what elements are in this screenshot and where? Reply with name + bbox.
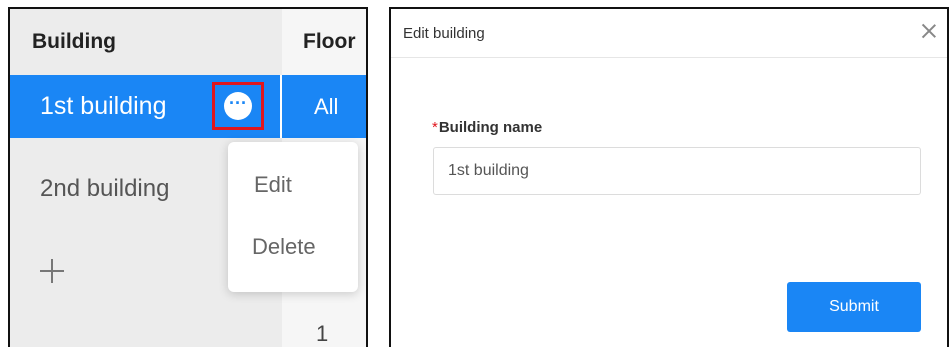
field-label-text: Building name (438, 119, 543, 136)
building-name-label: 1st building (40, 92, 167, 120)
submit-button[interactable]: Submit (787, 282, 921, 332)
dialog-title: Edit building (403, 24, 485, 42)
floor-filter-all[interactable]: All (314, 75, 338, 138)
column-divider (280, 75, 282, 138)
building-list-panel: Building Floor 1st building All ··· 2nd … (8, 7, 368, 347)
close-icon[interactable] (921, 23, 937, 39)
floor-row-value[interactable]: 1 (316, 321, 328, 347)
building-name-label: 2nd building (40, 175, 170, 202)
more-horizontal-icon[interactable]: ··· (224, 92, 252, 120)
more-options-highlight: ··· (212, 82, 264, 130)
plus-icon[interactable] (40, 259, 64, 283)
building-name-field-label: *Building name (432, 119, 542, 136)
edit-building-dialog: Edit building *Building name Submit (389, 7, 949, 347)
context-menu: Edit Delete (228, 142, 358, 292)
required-mark: * (432, 119, 438, 136)
building-name-input[interactable] (433, 147, 921, 195)
building-row-selected[interactable]: 1st building All (10, 75, 366, 138)
dialog-header: Edit building (391, 9, 947, 58)
menu-item-delete[interactable]: Delete (252, 234, 366, 260)
building-row[interactable]: 2nd building (40, 164, 169, 214)
building-column-header: Building (32, 30, 116, 53)
floor-column-header: Floor (303, 30, 356, 53)
menu-item-edit[interactable]: Edit (254, 172, 366, 198)
